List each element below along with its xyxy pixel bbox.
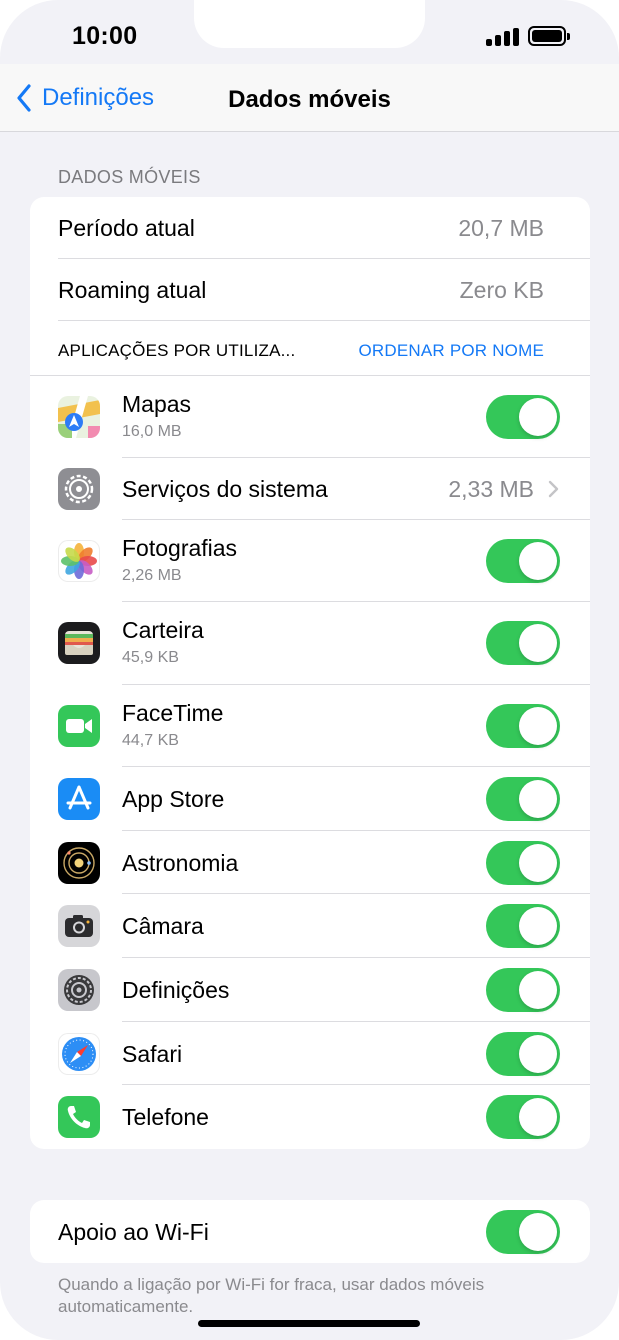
app-store-data-toggle[interactable] xyxy=(486,777,560,821)
wifi-assist-row: Apoio ao Wi-Fi xyxy=(30,1200,590,1263)
app-row-facetime: FaceTime 44,7 KB xyxy=(30,685,590,767)
navigation-bar: Definições Dados móveis xyxy=(0,64,619,132)
battery-icon xyxy=(528,26,570,46)
maps-data-toggle[interactable] xyxy=(486,395,560,439)
astronomy-data-toggle[interactable] xyxy=(486,841,560,885)
phone-icon xyxy=(58,1096,100,1138)
facetime-data-toggle[interactable] xyxy=(486,704,560,748)
back-button[interactable]: Definições xyxy=(16,80,154,116)
maps-icon xyxy=(58,396,100,438)
chevron-left-icon xyxy=(17,84,31,112)
roaming-label: Roaming atual xyxy=(58,277,207,303)
safari-data-toggle[interactable] xyxy=(486,1032,560,1076)
app-name: Safari xyxy=(122,1041,183,1067)
app-usage: 16,0 MB xyxy=(122,423,182,440)
back-button-label: Definições xyxy=(42,84,155,111)
app-name: Carteira xyxy=(122,617,204,643)
wallet-data-toggle[interactable] xyxy=(486,621,560,665)
app-row-phone: Telefone xyxy=(30,1085,590,1149)
current-period-label: Período atual xyxy=(58,215,195,241)
facetime-icon xyxy=(58,705,100,747)
wifi-assist-card: Apoio ao Wi-Fi xyxy=(30,1200,590,1263)
wifi-assist-footer: Quando a ligação por Wi-Fi for fraca, us… xyxy=(58,1275,485,1316)
app-row-astronomy: Astronomia xyxy=(30,831,590,894)
phone-data-toggle[interactable] xyxy=(486,1095,560,1139)
photos-data-toggle[interactable] xyxy=(486,539,560,583)
app-row-photos: Fotografias 2,26 MB xyxy=(30,520,590,602)
settings-data-toggle[interactable] xyxy=(486,968,560,1012)
chevron-right-icon xyxy=(548,480,559,498)
roaming-value: Zero KB xyxy=(459,277,544,303)
current-period-row: Período atual 20,7 MB xyxy=(30,197,590,259)
cellular-signal-icon xyxy=(486,28,520,46)
app-name: Mapas xyxy=(122,391,192,417)
phone-screen: 10:00 Definições Dados móveis DADOS MÓVE… xyxy=(0,0,619,1340)
wifi-assist-label: Apoio ao Wi-Fi xyxy=(58,1219,209,1245)
camera-icon xyxy=(58,905,100,947)
app-usage: 44,7 KB xyxy=(122,732,179,749)
app-row-wallet: Carteira 45,9 KB xyxy=(30,602,590,685)
home-indicator[interactable] xyxy=(198,1320,420,1327)
settings-icon xyxy=(58,969,100,1011)
app-row-settings: Definições xyxy=(30,958,590,1022)
astronomy-icon xyxy=(58,842,100,884)
app-name: Fotografias xyxy=(122,535,238,561)
notch xyxy=(194,0,425,48)
app-name: App Store xyxy=(122,786,225,812)
cellular-data-card: Período atual 20,7 MB Roaming atual Zero… xyxy=(30,197,590,1149)
app-name: Câmara xyxy=(122,913,204,939)
app-name: FaceTime xyxy=(122,700,224,726)
app-store-icon xyxy=(58,778,100,820)
app-row-system-services[interactable]: Serviços do sistema 2,33 MB xyxy=(30,458,590,520)
photos-icon xyxy=(58,540,100,582)
wallet-icon xyxy=(58,622,100,664)
app-name: Serviços do sistema xyxy=(122,476,328,502)
app-usage: 2,33 MB xyxy=(448,476,534,502)
apps-by-usage-label: APLICAÇÕES POR UTILIZA... xyxy=(58,341,296,360)
sort-by-name-button[interactable]: ORDENAR POR NOME xyxy=(359,341,545,361)
app-row-app-store: App Store xyxy=(30,767,590,831)
camera-data-toggle[interactable] xyxy=(486,904,560,948)
status-time: 10:00 xyxy=(72,22,138,50)
safari-icon xyxy=(58,1033,100,1075)
app-usage: 2,26 MB xyxy=(122,567,182,584)
apps-header-row: APLICAÇÕES POR UTILIZA... ORDENAR POR NO… xyxy=(30,321,590,376)
section-header: DADOS MÓVEIS xyxy=(58,167,201,187)
app-usage: 45,9 KB xyxy=(122,649,179,666)
app-row-maps: Mapas 16,0 MB xyxy=(30,376,590,458)
app-row-safari: Safari xyxy=(30,1022,590,1085)
app-row-camera: Câmara xyxy=(30,894,590,958)
system-services-icon xyxy=(58,468,100,510)
app-name: Definições xyxy=(122,977,230,1003)
app-name: Astronomia xyxy=(122,850,239,876)
roaming-row: Roaming atual Zero KB xyxy=(30,259,590,321)
app-name: Telefone xyxy=(122,1104,209,1130)
wifi-assist-toggle[interactable] xyxy=(486,1210,560,1254)
current-period-value: 20,7 MB xyxy=(458,215,544,241)
